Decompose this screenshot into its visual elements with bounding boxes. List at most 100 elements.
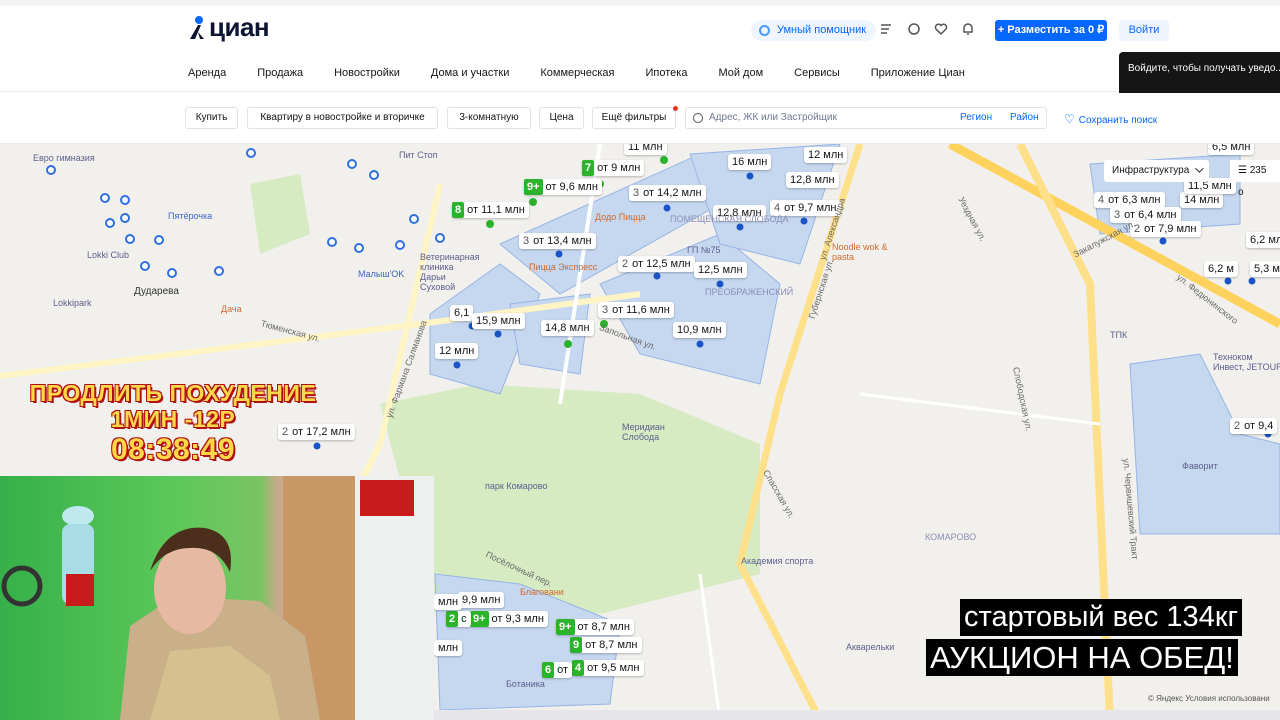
nav-item-rent[interactable]: Аренда (188, 67, 226, 79)
chat-icon[interactable] (907, 22, 921, 36)
promo-overlay: ПРОДЛИТЬ ПОХУДЕНИЕ 1МИН -12Р 08:38:49 (20, 380, 326, 468)
region-link[interactable]: Регион (960, 108, 992, 128)
countdown-timer: 08:38:49 (110, 433, 236, 466)
object-type-filter[interactable]: Квартиру в новостройке и вторичке (247, 107, 438, 129)
map-place: Дударева (134, 286, 179, 297)
district-link[interactable]: Район (1010, 108, 1039, 128)
deal-type-filter[interactable]: Купить (185, 107, 238, 129)
assistant-icon (759, 25, 770, 36)
nav-item-mortgage[interactable]: Ипотека (646, 67, 688, 79)
save-search-button[interactable]: ♡ Сохранить поиск (1064, 112, 1157, 126)
map-place: Благовани (520, 587, 564, 597)
bell-icon[interactable] (961, 22, 975, 36)
nav-item-sale[interactable]: Продажа (257, 67, 303, 79)
webcam-feed (0, 476, 434, 720)
map-place: Евро гимназия (33, 153, 95, 163)
map-place: Noodle wok & pasta (832, 242, 888, 262)
map-listing-label[interactable]: 6,2 млн (1246, 232, 1280, 248)
nav-item-my-home[interactable]: Мой дом (718, 67, 763, 79)
map-listing-label[interactable]: 3 от 11,6 млн (598, 302, 674, 318)
logo-text: циан (209, 12, 270, 42)
map-listing-label[interactable]: 2 от 9,4 (1230, 418, 1278, 434)
map-listing-label[interactable]: 2с (446, 611, 471, 627)
map-listing-label[interactable]: 3 от 13,4 млн (519, 233, 596, 249)
map-listing-label[interactable]: 9+ от 9,6 млн (524, 179, 602, 195)
map-place: Пит Стоп (399, 150, 438, 160)
smart-assistant-button[interactable]: Умный помощник (751, 20, 877, 41)
map-listing-label[interactable]: 8 от 11,1 млн (452, 202, 529, 218)
infrastructure-dropdown[interactable]: Инфраструктура (1104, 160, 1210, 182)
more-filters-button[interactable]: Ещё фильтры (592, 107, 676, 129)
map-listing-label[interactable]: 7 от 9 млн (582, 160, 645, 176)
search-placeholder: Адрес, ЖК или Застройщик (709, 112, 837, 123)
map-listing-label[interactable]: млн (434, 594, 463, 610)
map-listing-label[interactable]: 2 от 7,9 млн (1130, 221, 1201, 237)
map-listing-label[interactable]: 12 млн (804, 147, 848, 163)
map-listing-label[interactable]: 10,9 млн (673, 322, 726, 338)
map-place: Дача (221, 304, 242, 314)
map-place: Ботаника (506, 679, 545, 689)
map-listing-label[interactable]: 4 от 6,3 млн (1094, 192, 1165, 208)
map-place: Техноком Инвест, JETOUR (1213, 352, 1280, 372)
cian-logo[interactable]: циан (188, 12, 270, 43)
nav-item-commercial[interactable]: Коммерческая (540, 67, 614, 79)
map-place: Lokkipark (53, 298, 92, 308)
list-icon: ☰ (1238, 165, 1250, 176)
map-place: Меридиан Слобода (622, 422, 665, 442)
map-listing-label[interactable]: 3 от 14,2 млн (629, 185, 706, 201)
map-listing-label[interactable]: 16 млн (728, 154, 772, 170)
compare-icon[interactable] (880, 22, 894, 36)
map-listing-label[interactable]: 9,9 млн (458, 592, 505, 608)
map-listing-label[interactable]: 6,5 млн (1208, 144, 1255, 155)
post-ad-button[interactable]: + Разместить за 0 ₽ (995, 20, 1107, 41)
green-area (250, 174, 310, 254)
map-listing-label[interactable]: 2 от 12,5 млн (618, 256, 695, 272)
chevron-down-icon (1195, 164, 1204, 173)
map-place: Акварельки (846, 642, 895, 652)
map-place: парк Комарово (485, 481, 548, 491)
nav-item-houses[interactable]: Дома и участки (431, 67, 509, 79)
map-listing-label[interactable]: 15,9 млн (472, 313, 525, 329)
nav-item-services[interactable]: Сервисы (794, 67, 840, 79)
assistant-label: Умный помощник (777, 24, 867, 36)
map-listing-label[interactable]: 12,5 млн (694, 262, 747, 278)
map-listing-label[interactable]: 9+ от 8,7 млн (556, 619, 634, 635)
map-listing-label[interactable]: 14,8 млн (541, 320, 594, 336)
save-search-label: Сохранить поиск (1078, 115, 1158, 126)
map-listing-label[interactable]: 9+ от 9,3 млн (470, 611, 548, 627)
list-view-button[interactable]: ☰ 235 о (1230, 160, 1280, 198)
map-listing-label[interactable]: млн (434, 640, 463, 656)
map-place: Фаворит (1182, 461, 1218, 471)
map-copyright: © Яндекс Условия использовани (1148, 694, 1270, 703)
map-listing-label[interactable]: 4 от 9,5 млн (572, 660, 644, 676)
map-listing-label[interactable]: 9 от 8,7 млн (570, 637, 642, 653)
address-search-input[interactable]: Адрес, ЖК или Застройщик Регион Район (685, 107, 1047, 129)
map-place: ГП №75 (687, 245, 721, 255)
map-listing-label[interactable]: 6,2 м (1204, 261, 1238, 277)
map-listing-label[interactable]: 5,3 м (1250, 261, 1280, 277)
login-button[interactable]: Войти (1119, 20, 1169, 41)
map-place: Пятёрочка (168, 211, 213, 221)
map-listing-label[interactable]: 14 млн (1180, 192, 1224, 208)
map-listing-label[interactable]: 12 млн (435, 343, 479, 359)
map-listing-label[interactable]: 6,1 (450, 305, 474, 321)
map-listing-label[interactable]: 6 от (542, 662, 573, 678)
nav-item-app[interactable]: Приложение Циан (871, 67, 965, 79)
nav-item-new-buildings[interactable]: Новостройки (334, 67, 400, 79)
price-filter[interactable]: Цена (539, 107, 584, 129)
webcam-scene (1, 476, 434, 720)
promo-line-2: 1МИН -12Р (110, 406, 236, 432)
login-tooltip: Войдите, чтобы получать уведо... про нов… (1119, 52, 1280, 98)
promo-line-1: ПРОДЛИТЬ ПОХУДЕНИЕ (29, 380, 317, 406)
map-place: ТПК (1110, 330, 1128, 340)
heart-icon: ♡ (1064, 112, 1075, 126)
header-icons (880, 22, 975, 36)
heart-icon[interactable] (934, 22, 948, 36)
map-district-label: ПРЕОБРАЖЕНСКИЙ (705, 287, 794, 297)
map-place: Пицца Экспресс (529, 262, 598, 272)
map-listing-label[interactable]: 11 млн (624, 144, 667, 155)
map-listing-label[interactable]: 12,8 млн (786, 172, 839, 188)
map-district-label: КОМАРОВО (925, 532, 977, 542)
caption-auction: АУКЦИОН НА ОБЕД! (926, 639, 1238, 676)
rooms-filter[interactable]: 3-комнатную (447, 107, 531, 129)
